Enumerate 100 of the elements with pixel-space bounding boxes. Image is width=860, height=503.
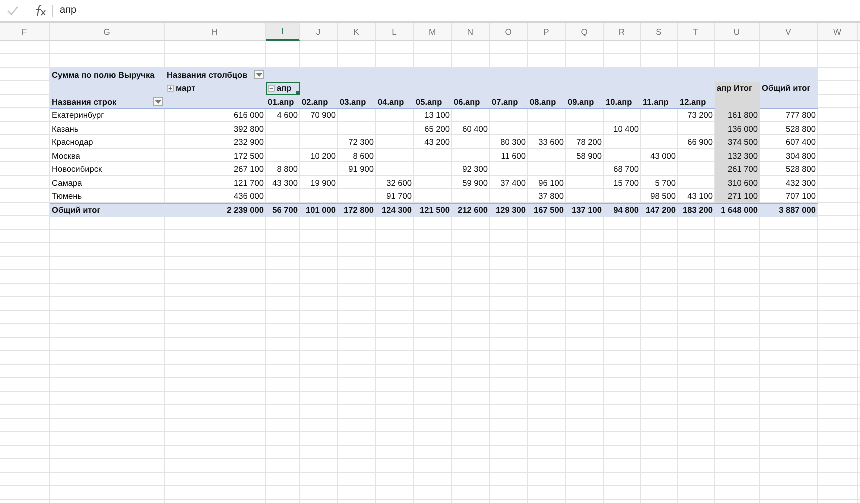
table-cell-text: 02.апр xyxy=(301,96,330,108)
column-header[interactable]: F xyxy=(0,23,50,41)
table-cell[interactable]: апр xyxy=(266,82,300,95)
table-cell: 129 300 xyxy=(490,203,528,216)
table-cell-text: 121 700 xyxy=(233,176,265,190)
table-cell: 261 700 xyxy=(715,162,760,176)
table-cell: 183 200 xyxy=(678,203,715,216)
table-cell: 310 600 xyxy=(715,176,760,190)
table-cell-text: 43 100 xyxy=(686,190,714,203)
table-cell-text: 96 100 xyxy=(538,176,565,190)
table-cell-text: 66 900 xyxy=(686,136,714,149)
column-header[interactable]: L xyxy=(376,23,414,41)
table-cell-text: 58 900 xyxy=(576,150,603,162)
table-cell: 147 200 xyxy=(641,203,678,216)
table-cell-text: 432 300 xyxy=(785,176,817,190)
table-cell: 132 300 xyxy=(715,149,760,162)
table-cell-text: 78 200 xyxy=(576,136,603,149)
table-cell-text: Казань xyxy=(51,122,80,136)
table-cell-text: Сумма по полю Выручка xyxy=(51,68,156,82)
table-cell: 121 500 xyxy=(414,203,452,216)
table-cell: 56 700 xyxy=(266,203,300,216)
column-header[interactable]: K xyxy=(338,23,376,41)
table-cell-text: 616 000 xyxy=(233,109,265,122)
table-cell-text: 10 400 xyxy=(612,122,640,136)
table-cell-text: 4 600 xyxy=(276,109,299,122)
table-cell-text: 19 900 xyxy=(310,176,337,190)
table-cell-text: 68 700 xyxy=(612,163,640,176)
table-cell-text: 43 000 xyxy=(650,150,677,162)
table-cell-text: 528 800 xyxy=(785,163,817,176)
table-cell-text: 60 400 xyxy=(462,122,489,136)
table-cell-text: 43 200 xyxy=(424,136,451,149)
table-cell-text: Екатеринбург xyxy=(51,109,106,122)
table-cell: апр Итог xyxy=(715,82,760,95)
table-cell[interactable]: март xyxy=(165,82,266,95)
table-cell: 137 100 xyxy=(566,203,604,216)
table-cell-text: Самара xyxy=(51,176,84,190)
table-cell-text: 33 600 xyxy=(538,136,565,149)
table-cell-text: 07.апр xyxy=(491,96,520,108)
column-header[interactable]: I xyxy=(266,23,300,41)
column-header[interactable]: W xyxy=(818,23,858,41)
column-header[interactable]: R xyxy=(604,23,641,41)
table-cell-text: 05.апр xyxy=(415,96,444,108)
group-label: март xyxy=(176,83,196,94)
table-cell-text: 09.апр xyxy=(567,96,596,108)
table-cell-text: 01.апр xyxy=(267,96,296,108)
fill-handle[interactable] xyxy=(296,91,300,95)
table-cell-text: 13 100 xyxy=(424,109,451,122)
table-cell-text: 08.апр xyxy=(529,96,558,108)
table-cell-text: 65 200 xyxy=(424,122,451,136)
table-cell: 136 000 xyxy=(715,122,760,136)
column-header[interactable]: O xyxy=(490,23,528,41)
column-header[interactable]: S xyxy=(641,23,678,41)
table-cell: 161 800 xyxy=(715,108,760,122)
table-cell-text: 777 800 xyxy=(785,109,817,122)
check-icon[interactable] xyxy=(7,6,19,16)
column-header[interactable]: U xyxy=(715,23,760,41)
table-cell-text: 304 800 xyxy=(785,150,817,162)
filter-dropdown-button[interactable] xyxy=(153,97,163,106)
table-cell-text: Москва xyxy=(51,150,82,162)
table-cell-text: 73 200 xyxy=(686,109,714,122)
table-cell: 124 300 xyxy=(376,203,414,216)
table-cell-text: 528 800 xyxy=(785,122,817,136)
table-cell-text: 06.апр xyxy=(453,96,482,108)
table-cell-text: 8 800 xyxy=(276,163,299,176)
table-cell-text: 91 900 xyxy=(348,163,375,176)
column-header[interactable]: T xyxy=(678,23,715,41)
filter-dropdown-button[interactable] xyxy=(254,70,264,80)
column-header[interactable]: H xyxy=(165,23,266,41)
column-header[interactable]: Q xyxy=(566,23,604,41)
collapse-icon[interactable] xyxy=(268,84,275,92)
table-cell-text: 70 900 xyxy=(310,109,337,122)
table-cell-text: 392 800 xyxy=(233,122,265,136)
table-cell-text: 15 700 xyxy=(612,176,640,190)
table-cell-text: 232 900 xyxy=(233,136,265,149)
table-cell-text: 98 500 xyxy=(650,190,677,203)
table-cell-text: 59 900 xyxy=(462,176,489,190)
column-labels-label: Названия столбцов xyxy=(167,70,248,80)
table-cell: 94 800 xyxy=(604,203,641,216)
table-cell-text: 92 300 xyxy=(462,163,489,176)
formula-input[interactable]: апр xyxy=(60,5,77,16)
table-cell: 374 500 xyxy=(715,136,760,149)
column-header[interactable]: V xyxy=(760,23,818,41)
table-cell-text: 37 800 xyxy=(538,190,565,203)
table-cell-text: Новосибирск xyxy=(51,163,104,176)
column-header[interactable]: J xyxy=(300,23,338,41)
column-header[interactable]: M xyxy=(414,23,452,41)
table-cell: 212 600 xyxy=(452,203,490,216)
table-cell-text: 607 400 xyxy=(785,136,817,149)
column-header[interactable]: P xyxy=(528,23,566,41)
table-cell-text: 267 100 xyxy=(233,163,265,176)
table-cell-text: Тюмень xyxy=(51,190,84,203)
table-cell-text: 37 400 xyxy=(500,176,527,190)
table-cell-text: Общий итог xyxy=(761,82,812,95)
table-cell-text: 72 300 xyxy=(348,136,375,149)
column-header[interactable]: G xyxy=(50,23,165,41)
expand-icon[interactable] xyxy=(167,84,174,92)
table-cell-text: 172 500 xyxy=(233,150,265,162)
table-cell: 271 100 xyxy=(715,190,760,203)
column-header[interactable]: N xyxy=(452,23,490,41)
table-cell-text: 12.апр xyxy=(679,96,708,108)
